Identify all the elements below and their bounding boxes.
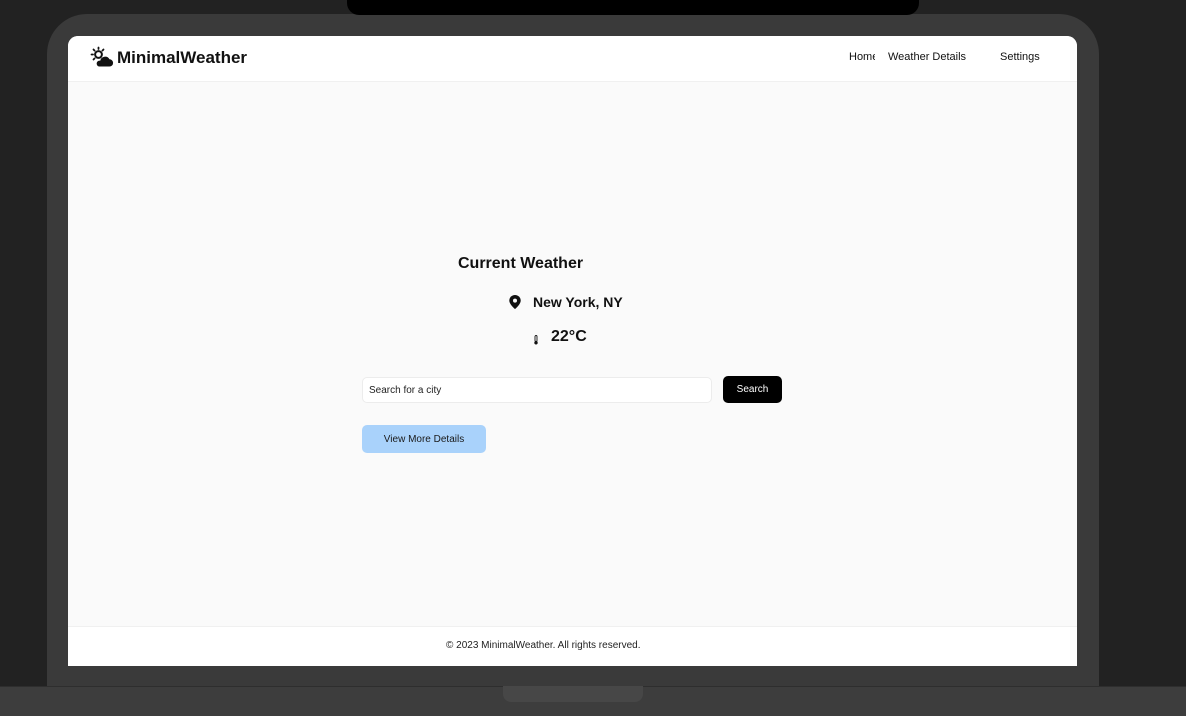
- laptop-notch: [347, 0, 919, 15]
- page-title: Current Weather: [458, 255, 584, 272]
- brand[interactable]: MinimalWeather: [90, 46, 247, 70]
- location-row: New York, NY: [509, 294, 623, 310]
- laptop-base-groove: [503, 686, 643, 702]
- footer-copyright: © 2023 MinimalWeather. All rights reserv…: [446, 640, 641, 651]
- site-footer: © 2023 MinimalWeather. All rights reserv…: [68, 626, 1077, 666]
- nav-link-home[interactable]: Home: [849, 51, 875, 64]
- temperature-row: 22°C: [533, 328, 587, 346]
- location-name: New York, NY: [533, 294, 623, 310]
- temperature-value: 22°C: [551, 328, 587, 345]
- thermometer-icon: [533, 332, 539, 345]
- search-button[interactable]: Search: [723, 376, 782, 403]
- view-more-details-button[interactable]: View More Details: [362, 425, 486, 453]
- site-header: MinimalWeather Home Weather Details Sett…: [68, 36, 1077, 82]
- brand-name: MinimalWeather: [117, 48, 248, 67]
- sun-cloud-icon: [90, 46, 114, 70]
- nav-link-settings[interactable]: Settings: [1000, 51, 1040, 64]
- map-pin-icon: [509, 295, 521, 309]
- app-window: MinimalWeather Home Weather Details Sett…: [68, 36, 1077, 666]
- city-search-input[interactable]: [362, 377, 712, 403]
- nav-link-weather-details[interactable]: Weather Details: [888, 51, 966, 64]
